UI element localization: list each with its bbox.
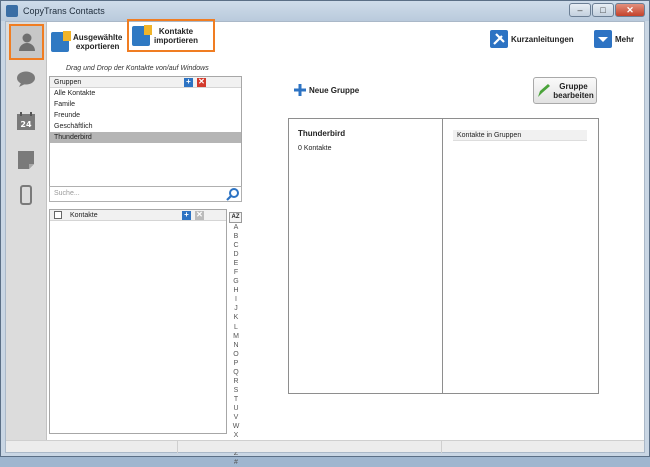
alphabet-letter[interactable]: J bbox=[229, 304, 243, 313]
alphabet-letter[interactable]: N bbox=[229, 341, 243, 350]
nav-messages[interactable] bbox=[12, 66, 40, 92]
minimize-button[interactable]: – bbox=[569, 3, 591, 17]
sort-az-button[interactable]: AZ bbox=[229, 212, 242, 223]
search-input[interactable]: Suche... bbox=[49, 186, 242, 202]
status-bar bbox=[6, 440, 644, 453]
window-title: CopyTrans Contacts bbox=[23, 6, 105, 16]
alphabet-letter[interactable]: U bbox=[229, 404, 243, 413]
alphabet-letter[interactable]: I bbox=[229, 295, 243, 304]
phone-icon bbox=[20, 185, 32, 205]
group-info-pane: Thunderbird 0 Kontakte bbox=[289, 119, 443, 393]
contacts-header-label: Kontakte bbox=[69, 212, 98, 219]
alphabet-letter[interactable]: G bbox=[229, 277, 243, 286]
alphabet-letter[interactable]: T bbox=[229, 395, 243, 404]
alphabet-letter[interactable]: A bbox=[229, 223, 243, 232]
import-icon bbox=[132, 24, 152, 46]
edit-group-label: Gruppe bearbeiten bbox=[553, 81, 594, 100]
alphabet-letter[interactable]: H bbox=[229, 286, 243, 295]
alphabet-letter[interactable]: M bbox=[229, 332, 243, 341]
main-area: 24 Ausgewählte exportieren Kontakte import… bbox=[5, 19, 645, 466]
calendar-icon: 24 bbox=[17, 112, 35, 130]
group-name: Thunderbird bbox=[298, 129, 346, 138]
alphabet-letter[interactable]: X bbox=[229, 431, 243, 440]
guides-button[interactable]: Kurzanleitungen bbox=[490, 30, 574, 48]
new-group-button[interactable]: Neue Gruppe bbox=[294, 84, 359, 96]
alphabet-letter[interactable]: V bbox=[229, 413, 243, 422]
alphabet-letter[interactable]: # bbox=[229, 458, 243, 467]
alphabet-letter[interactable]: Q bbox=[229, 368, 243, 377]
alphabet-letter[interactable]: R bbox=[229, 377, 243, 386]
nav-device[interactable] bbox=[12, 182, 40, 208]
alphabet-index: AZ ABCDEFGHIJKLMNOPQRSTUVWXYZ# bbox=[229, 212, 243, 466]
alphabet-letter[interactable]: B bbox=[229, 232, 243, 241]
alphabet-letter[interactable]: K bbox=[229, 313, 243, 322]
messages-icon bbox=[17, 71, 35, 87]
contacts-list: Kontakte + ✕ bbox=[49, 209, 227, 434]
group-item-business[interactable]: Geschäftlich bbox=[50, 121, 241, 132]
group-item-thunderbird[interactable]: Thunderbird bbox=[50, 132, 241, 143]
left-nav: 24 bbox=[6, 22, 47, 440]
plus-icon bbox=[294, 84, 306, 96]
select-all-checkbox[interactable] bbox=[54, 211, 62, 220]
guides-label: Kurzanleitungen bbox=[511, 34, 574, 44]
nav-notes[interactable] bbox=[12, 147, 40, 173]
group-count: 0 Kontakte bbox=[298, 145, 332, 152]
add-contact-button[interactable]: + bbox=[182, 211, 191, 220]
groups-header: Gruppen + ✕ bbox=[50, 77, 241, 88]
groups-list: Gruppen + ✕ Alle Kontakte Famile Freunde… bbox=[49, 76, 242, 198]
notes-icon bbox=[18, 151, 34, 169]
contacts-header: Kontakte + ✕ bbox=[50, 210, 226, 221]
new-group-label: Neue Gruppe bbox=[309, 85, 360, 95]
export-icon bbox=[51, 30, 71, 52]
import-contacts-button[interactable]: Kontakte importieren bbox=[127, 19, 215, 52]
more-label: Mehr bbox=[615, 34, 635, 44]
groups-header-label: Gruppen bbox=[54, 79, 82, 86]
export-label: Ausgewählte exportieren bbox=[73, 32, 123, 51]
contacts-in-groups-header: Kontakte in Gruppen bbox=[453, 130, 587, 141]
calendar-day-label: 24 bbox=[20, 120, 32, 129]
app-window: CopyTrans Contacts – □ ✕ 24 Ausgewählte … bbox=[0, 0, 650, 466]
nav-calendar[interactable]: 24 bbox=[12, 108, 40, 134]
alphabet-letter[interactable]: S bbox=[229, 386, 243, 395]
status-segment bbox=[6, 441, 178, 453]
pencil-icon bbox=[538, 83, 551, 97]
status-segment bbox=[178, 441, 442, 453]
dropdown-icon bbox=[594, 30, 612, 48]
alphabet-letter[interactable]: D bbox=[229, 250, 243, 259]
contacts-icon bbox=[18, 33, 35, 51]
drag-drop-hint: Drag und Drop der Kontakte von/auf Windo… bbox=[66, 65, 209, 72]
delete-contact-button[interactable]: ✕ bbox=[195, 211, 204, 220]
group-item-friends[interactable]: Freunde bbox=[50, 110, 241, 121]
app-icon bbox=[6, 5, 18, 17]
import-label: Kontakte importieren bbox=[154, 26, 199, 45]
close-button[interactable]: ✕ bbox=[615, 3, 645, 17]
title-bar: CopyTrans Contacts – □ ✕ bbox=[1, 1, 649, 21]
group-item-all[interactable]: Alle Kontakte bbox=[50, 88, 241, 99]
maximize-button[interactable]: □ bbox=[592, 3, 614, 17]
group-item-family[interactable]: Famile bbox=[50, 99, 241, 110]
alphabet-letter[interactable]: E bbox=[229, 259, 243, 268]
search-icon[interactable] bbox=[226, 187, 240, 201]
export-selected-button[interactable]: Ausgewählte exportieren bbox=[48, 25, 126, 58]
tools-icon bbox=[490, 30, 508, 48]
delete-group-button[interactable]: ✕ bbox=[197, 78, 206, 87]
alphabet-letter[interactable]: C bbox=[229, 241, 243, 250]
more-button[interactable]: Mehr bbox=[594, 30, 634, 48]
add-group-button[interactable]: + bbox=[184, 78, 193, 87]
alphabet-letter[interactable]: L bbox=[229, 323, 243, 332]
nav-contacts[interactable] bbox=[9, 24, 44, 60]
alphabet-letter[interactable]: F bbox=[229, 268, 243, 277]
alphabet-letter[interactable]: W bbox=[229, 422, 243, 431]
edit-group-button[interactable]: Gruppe bearbeiten bbox=[533, 77, 597, 104]
alphabet-letter[interactable]: O bbox=[229, 350, 243, 359]
group-detail-panel: Thunderbird 0 Kontakte Kontakte in Grupp… bbox=[288, 118, 599, 394]
alphabet-letter[interactable]: P bbox=[229, 359, 243, 368]
